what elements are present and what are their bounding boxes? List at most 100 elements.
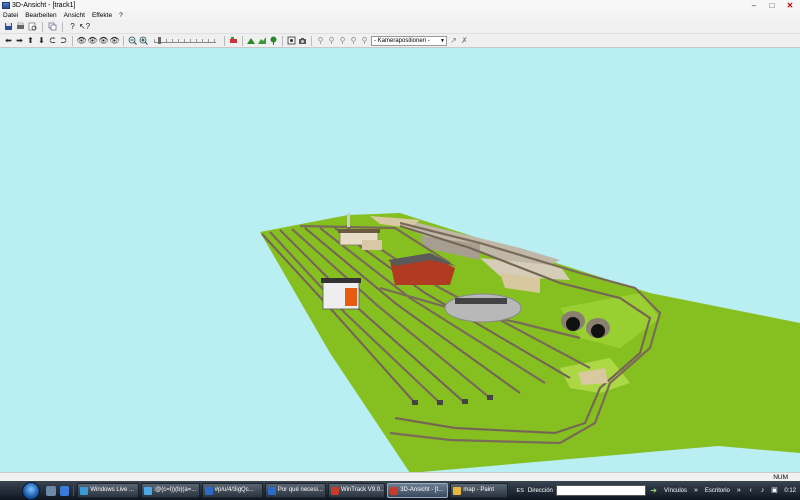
engine-shed-door <box>345 288 357 306</box>
move-right-icon[interactable]: ➡ <box>15 36 24 45</box>
tree-icon[interactable] <box>269 36 278 45</box>
task-label: #p/u/4/3igQc... <box>214 487 254 493</box>
camera-pos-4-icon[interactable]: ⚲ <box>349 36 358 45</box>
window-controls: – □ ✕ <box>748 0 796 11</box>
links-toolbar[interactable]: Vínculos <box>664 488 687 494</box>
chevron-down-icon[interactable]: ▼ <box>439 37 446 45</box>
menu-datei[interactable]: Datei <box>3 12 18 19</box>
eye-icon[interactable]: 👁 <box>76 36 86 45</box>
buffer-stop <box>487 395 493 400</box>
task-chat[interactable]: :@(c=l))(b)(a=... <box>140 483 200 498</box>
camera-pos-2-icon[interactable]: ⚲ <box>327 36 336 45</box>
zoom-in-icon[interactable] <box>139 36 148 45</box>
toolbar-separator <box>311 35 312 46</box>
engine-shed-roof <box>321 278 361 283</box>
train-icon[interactable] <box>229 36 238 45</box>
task-3d-ansicht[interactable]: 3D-Ansicht - [t... <box>387 483 449 498</box>
slider-track <box>154 42 216 43</box>
copy-icon[interactable] <box>48 22 57 31</box>
tray-expand-icon[interactable]: ‹ <box>747 487 755 495</box>
print-preview-icon[interactable] <box>28 22 37 31</box>
toolbar-separator <box>242 35 243 46</box>
task-label: WinTrack V9.0... <box>340 487 386 493</box>
camera-pos-3-icon[interactable]: ⚲ <box>338 36 347 45</box>
eye-reset-icon[interactable]: 👁 <box>109 36 119 45</box>
move-down-icon[interactable]: ⬇ <box>37 36 46 45</box>
browser-icon[interactable] <box>59 485 70 496</box>
task-windows-live[interactable]: Windows Live ... <box>77 483 139 498</box>
camera-icon[interactable] <box>298 36 307 45</box>
toolbar-separator <box>62 21 63 32</box>
chat-icon <box>143 487 152 495</box>
taskbar-separator <box>73 485 75 496</box>
zoom-slider[interactable] <box>154 36 216 45</box>
browser-icon <box>267 487 276 495</box>
wintrack-icon <box>390 487 399 495</box>
toolbar-separator <box>123 35 124 46</box>
eye-up-icon[interactable]: 👁 <box>87 36 97 45</box>
eye-down-icon[interactable]: 👁 <box>98 36 108 45</box>
move-up-icon[interactable]: ⬆ <box>26 36 35 45</box>
network-icon[interactable]: ▣ <box>770 487 778 495</box>
rotate-right-icon[interactable]: ⮊ <box>59 36 68 45</box>
toolbar-separator <box>282 35 283 46</box>
chevron-right-icon[interactable]: » <box>735 487 743 495</box>
volume-icon[interactable]: ♪ <box>759 487 767 495</box>
address-label: Dirección <box>527 487 553 494</box>
task-browser-2[interactable]: Por qué necesi... <box>264 483 326 498</box>
task-label: Por qué necesi... <box>277 487 323 493</box>
warehouse <box>362 240 382 250</box>
app-icon <box>2 2 10 9</box>
menu-effekte[interactable]: Effekte <box>92 12 112 19</box>
task-wintrack[interactable]: WinTrack V9.0... <box>327 483 386 498</box>
show-desktop-icon[interactable] <box>45 485 56 496</box>
buffer-stop <box>437 400 443 405</box>
desktop-toolbar[interactable]: Escritorio <box>705 488 730 494</box>
camera-pos-1-icon[interactable]: ⚲ <box>316 36 325 45</box>
status-bar: NUM <box>0 472 800 481</box>
language-indicator[interactable]: ES <box>517 488 524 494</box>
chevron-right-icon[interactable]: » <box>692 487 700 495</box>
terrain-icon[interactable] <box>258 36 267 45</box>
delete-camera-icon[interactable]: ✗ <box>460 36 469 45</box>
slider-thumb[interactable] <box>158 37 161 44</box>
task-browser-1[interactable]: #p/u/4/3igQc... <box>201 483 263 498</box>
toolbar-view: ⬅ ➡ ⬆ ⬇ ⮈ ⮊ 👁 👁 👁 👁 ⚲ ⚲ ⚲ ⚲ ⚲ - Kamerapo… <box>0 34 800 48</box>
print-icon[interactable] <box>16 22 25 31</box>
menu-help[interactable]: ? <box>119 12 123 19</box>
task-label: Windows Live ... <box>90 487 135 493</box>
toolbar-separator <box>72 35 73 46</box>
context-help-icon[interactable]: ↖? <box>79 22 90 31</box>
maximize-button[interactable]: □ <box>766 1 778 10</box>
camera-positions-select[interactable]: - Kamerapositionen - ▼ <box>371 35 447 46</box>
menu-bar: Datei Bearbeiten Ansicht Effekte ? <box>0 11 800 20</box>
address-input[interactable] <box>555 485 647 496</box>
close-button[interactable]: ✕ <box>784 1 796 10</box>
taskbar: Windows Live ... :@(c=l))(b)(a=... #p/u/… <box>0 481 800 500</box>
save-icon[interactable] <box>4 22 13 31</box>
task-paint[interactable]: map - Paint <box>450 483 508 498</box>
turntable-bridge <box>455 298 507 304</box>
zoom-out-icon[interactable] <box>128 36 137 45</box>
add-camera-icon[interactable]: ↗ <box>449 36 458 45</box>
signal-mast <box>347 213 350 227</box>
fit-view-icon[interactable] <box>287 36 296 45</box>
minimize-button[interactable]: – <box>748 1 760 10</box>
go-arrow-icon[interactable]: ➔ <box>650 486 657 495</box>
landscape-icon[interactable] <box>247 36 256 45</box>
help-icon[interactable]: ? <box>68 22 77 31</box>
move-left-icon[interactable]: ⬅ <box>4 36 13 45</box>
clock[interactable]: 0:12 <box>784 488 796 494</box>
task-label: 3D-Ansicht - [t... <box>400 487 444 493</box>
3d-viewport[interactable] <box>0 48 800 490</box>
rotate-left-icon[interactable]: ⮈ <box>48 36 57 45</box>
start-button[interactable] <box>22 481 40 500</box>
toolbar-separator <box>42 21 43 32</box>
buffer-stop <box>412 400 418 405</box>
layout-3d-scene <box>260 213 800 473</box>
menu-ansicht[interactable]: Ansicht <box>64 12 85 19</box>
browser-icon <box>204 487 213 495</box>
station-roof <box>338 229 380 233</box>
menu-bearbeiten[interactable]: Bearbeiten <box>25 12 56 19</box>
camera-pos-5-icon[interactable]: ⚲ <box>360 36 369 45</box>
